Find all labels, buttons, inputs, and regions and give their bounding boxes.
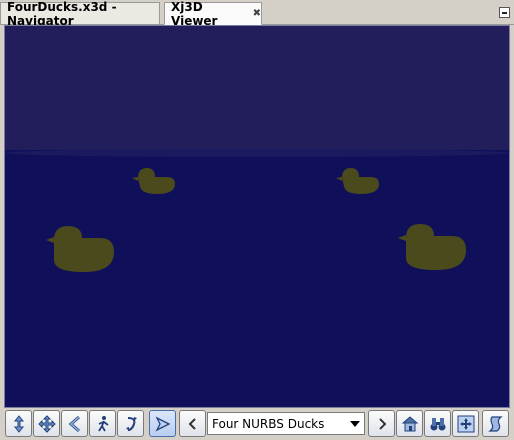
3d-viewport[interactable] [4,25,510,408]
fit-icon[interactable] [452,410,479,437]
next-viewpoint-icon[interactable] [368,410,395,437]
previous-viewpoint-icon[interactable] [179,410,206,437]
navigation-toolbar: Four NURBS Ducks [0,409,514,440]
tab-xj3d-viewer[interactable]: Xj3D Viewer ✖ [164,0,262,28]
tab-xj3d-viewer-label: Xj3D Viewer [171,0,218,28]
binoculars-icon[interactable] [424,410,451,437]
sky-background [5,26,509,154]
viewpoint-value: Four NURBS Ducks [212,416,325,431]
viewpoint-select[interactable]: Four NURBS Ducks [207,412,365,435]
water-plane [5,150,509,407]
move-arrows-icon[interactable] [33,410,60,437]
scene-canvas [5,26,509,407]
tab-navigator-label: FourDucks.x3d - Navigator [7,0,117,28]
walk-icon[interactable] [89,410,116,437]
pan-arrows-icon[interactable] [5,410,32,437]
tab-bar: FourDucks.x3d - Navigator Xj3D Viewer ✖ [0,0,514,28]
back-arrow-icon[interactable] [61,410,88,437]
examine-icon[interactable] [482,410,509,437]
home-icon[interactable] [396,410,423,437]
tab-navigator[interactable]: FourDucks.x3d - Navigator [0,0,160,28]
fly-icon[interactable] [149,410,176,437]
horizon-edge [5,149,509,157]
chevron-down-icon[interactable] [346,413,364,434]
minimize-icon[interactable] [499,7,510,18]
close-x-icon[interactable]: ✖ [253,8,261,19]
tilt-icon[interactable] [117,410,144,437]
